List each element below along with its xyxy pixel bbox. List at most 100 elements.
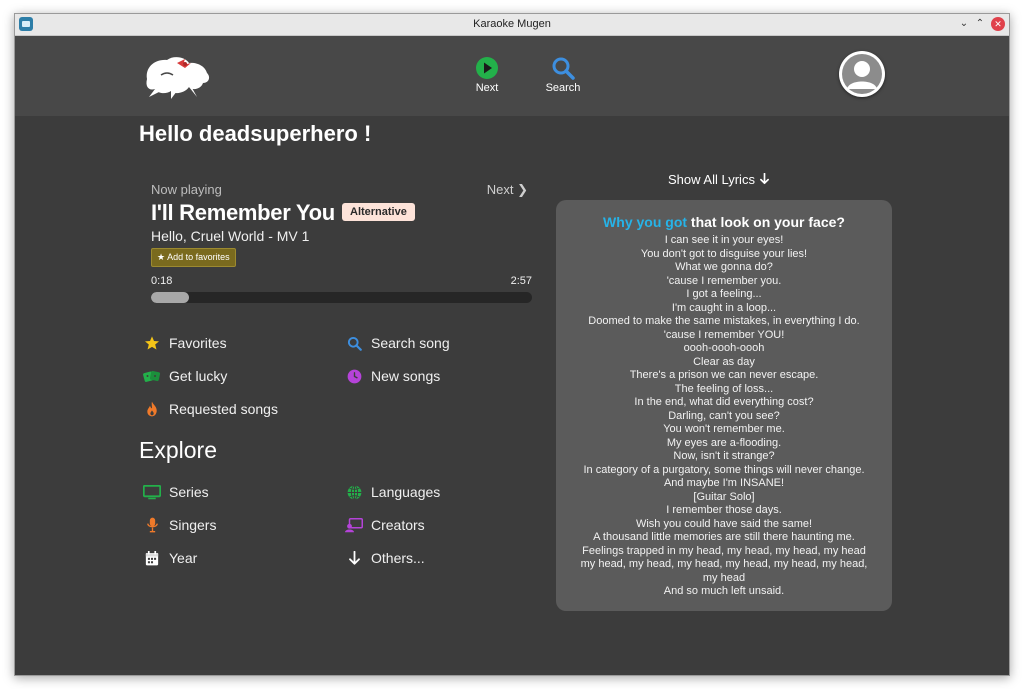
user-avatar-icon — [842, 54, 882, 94]
current-time: 0:18 — [151, 275, 173, 287]
lyrics-lines: I can see it in your eyes! You don't got … — [556, 234, 892, 599]
explore-singers[interactable]: Singers — [143, 514, 216, 536]
lyric-line: I'm caught in a loop... — [671, 301, 777, 314]
lyric-line: 'cause I remember YOU! — [663, 328, 785, 341]
lyric-line: What we gonna do? — [675, 261, 773, 273]
explore-languages[interactable]: Languages — [345, 481, 440, 503]
current-lyric-sung: Why you got — [603, 214, 688, 230]
calendar-icon — [143, 549, 161, 567]
menu-search-song[interactable]: Search song — [345, 332, 450, 354]
arrow-down-icon — [759, 172, 770, 187]
app-window: Karaoke Mugen ⌄ ⌃ ✕ Next Search Hello de… — [14, 13, 1010, 676]
fire-icon — [143, 400, 161, 418]
lyric-line: In the end, what did everything cost? — [634, 396, 814, 408]
dice-icon — [143, 367, 161, 385]
arrow-down-icon — [345, 549, 363, 567]
globe-icon — [345, 483, 363, 501]
requested-songs-label: Requested songs — [169, 401, 278, 417]
lyric-line: Feelings trapped in my head, my head, my… — [582, 544, 866, 557]
genre-tag[interactable]: Alternative — [342, 203, 415, 221]
lyric-line: oooh-oooh-oooh — [683, 342, 765, 354]
favorites-label: Favorites — [169, 335, 227, 351]
explore-heading: Explore — [139, 437, 217, 463]
magnifier-icon — [552, 57, 575, 80]
get-lucky-label: Get lucky — [169, 368, 228, 384]
add-to-favorites-label: Add to favorites — [167, 252, 230, 262]
minimize-button[interactable]: ⌄ — [957, 17, 971, 31]
menu-requested-songs[interactable]: Requested songs — [143, 398, 278, 420]
song-title: I'll Remember You — [151, 200, 335, 225]
lyric-line: My eyes are a-flooding. — [666, 436, 782, 449]
lyric-line: I got a feeling... — [686, 288, 762, 300]
star-icon — [143, 334, 161, 352]
next-song-link[interactable]: Next ❯ — [487, 182, 528, 198]
microphone-icon — [143, 516, 161, 534]
series-label: Series — [169, 484, 209, 500]
lyrics-panel: Why you got that look on your face? I ca… — [556, 200, 892, 611]
creators-label: Creators — [371, 517, 425, 533]
top-bar: Next Search — [15, 36, 1009, 116]
lyric-line: And maybe I'm INSANE! — [663, 477, 785, 489]
chevron-right-icon: ❯ — [517, 182, 528, 197]
tv-icon — [143, 483, 161, 501]
menu-get-lucky[interactable]: Get lucky — [143, 365, 227, 387]
lyric-line: And so much left unsaid. — [663, 585, 785, 597]
lyric-line: Wish you could have said the same! — [635, 517, 813, 530]
explore-year[interactable]: Year — [143, 547, 197, 569]
explore-creators[interactable]: Creators — [345, 514, 425, 536]
greeting: Hello deadsuperhero ! — [139, 121, 372, 146]
star-icon: ★ — [157, 252, 166, 262]
window-title: Karaoke Mugen — [473, 18, 551, 30]
avatar[interactable] — [839, 51, 885, 97]
creator-icon — [345, 516, 363, 534]
explore-others[interactable]: Others... — [345, 547, 425, 569]
search-button[interactable]: Search — [545, 56, 581, 94]
next-label: Next — [475, 82, 499, 94]
search-song-label: Search song — [371, 335, 450, 351]
now-playing-label: Now playing — [151, 182, 222, 197]
search-label: Search — [545, 82, 581, 94]
song-series: Hello, Cruel World - MV 1 — [151, 228, 310, 244]
lyric-line: my head, my head, my head, my head, my h… — [580, 558, 868, 584]
add-to-favorites-button[interactable]: ★ Add to favorites — [151, 248, 236, 267]
lyric-line: 'cause I remember you. — [666, 274, 782, 287]
others-label: Others... — [371, 550, 425, 566]
menu-favorites[interactable]: Favorites — [143, 332, 227, 354]
lyric-line: Doomed to make the same mistakes, in eve… — [588, 315, 860, 327]
progress-fill — [151, 292, 190, 303]
lyric-line: [Guitar Solo] — [693, 490, 755, 503]
lyric-line: A thousand little memories are still the… — [593, 531, 855, 543]
total-time: 2:57 — [510, 275, 532, 287]
current-lyric-rest: that look on your face? — [687, 214, 845, 230]
karaoke-mugen-logo[interactable] — [141, 53, 213, 99]
menu-new-songs[interactable]: New songs — [345, 365, 440, 387]
next-song-label: Next — [486, 182, 514, 197]
show-all-lyrics-button[interactable]: Show All Lyrics — [668, 172, 770, 187]
title-bar: Karaoke Mugen ⌄ ⌃ ✕ — [15, 14, 1009, 36]
close-button[interactable]: ✕ — [991, 17, 1005, 31]
lyric-line: You won't remember me. — [663, 423, 785, 435]
singers-label: Singers — [169, 517, 217, 533]
current-lyric-line: Why you got that look on your face? — [556, 214, 892, 230]
clock-icon — [345, 367, 363, 385]
lyric-line: Darling, can't you see? — [668, 409, 780, 422]
magnifier-icon — [345, 334, 363, 352]
new-songs-label: New songs — [371, 368, 441, 384]
progress-bar[interactable] — [151, 292, 532, 303]
show-all-lyrics-label: Show All Lyrics — [668, 172, 755, 187]
lyric-line: There's a prison we can never escape. — [629, 369, 819, 381]
lyric-line: Clear as day — [693, 355, 755, 368]
year-label: Year — [169, 550, 198, 566]
lyric-line: You don't got to disguise your lies! — [640, 247, 808, 260]
lyric-line: Now, isn't it strange? — [673, 450, 775, 462]
now-playing-card: Now playing Next ❯ I'll Remember You Alt… — [151, 182, 532, 307]
play-circle-icon — [476, 57, 498, 79]
lyric-line: The feeling of loss... — [674, 382, 774, 395]
explore-series[interactable]: Series — [143, 481, 209, 503]
next-button[interactable]: Next — [473, 56, 501, 94]
lyric-line: I can see it in your eyes! — [664, 234, 784, 246]
maximize-button[interactable]: ⌃ — [973, 17, 987, 31]
lyric-line: In category of a purgatory, some things … — [583, 463, 865, 476]
languages-label: Languages — [371, 484, 441, 500]
lyric-line: I remember those days. — [666, 504, 782, 516]
